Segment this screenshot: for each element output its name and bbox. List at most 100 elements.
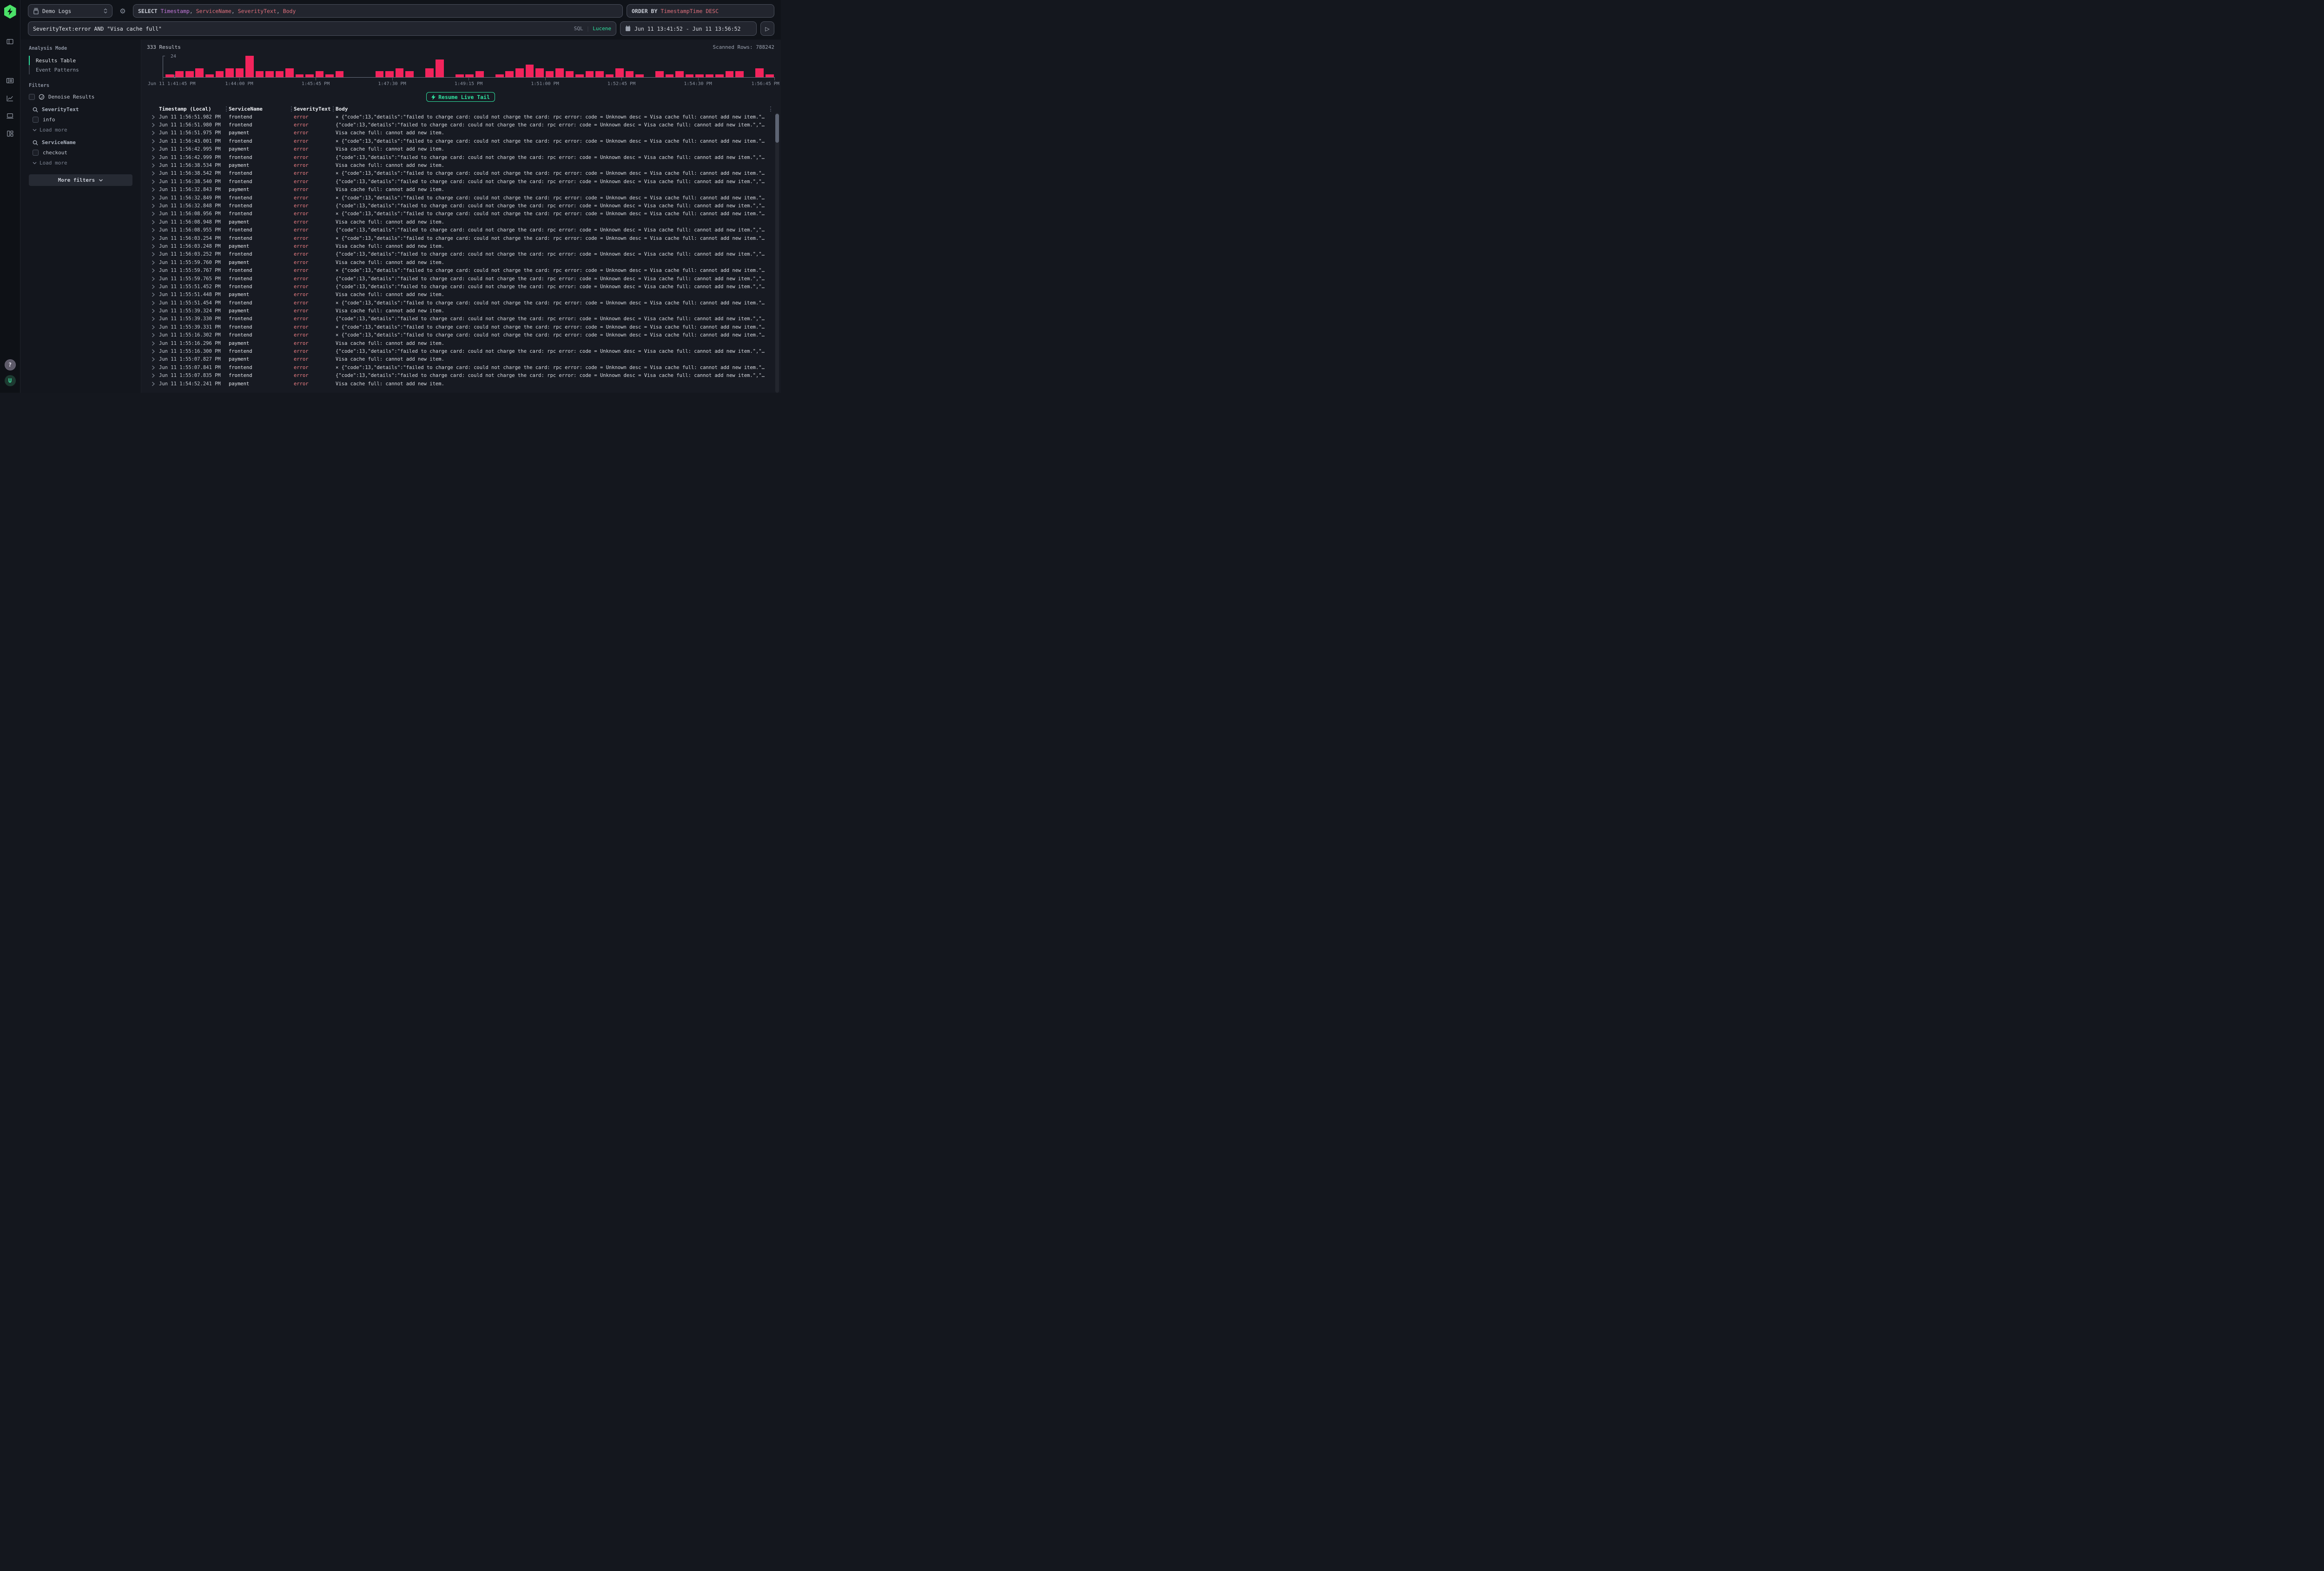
log-row[interactable]: Jun 11 1:56:42.995 PMpaymenterrorVisa ca… bbox=[147, 145, 774, 153]
log-row[interactable]: Jun 11 1:55:59.765 PMfrontenderror{"code… bbox=[147, 275, 774, 283]
log-row[interactable]: Jun 11 1:56:08.948 PMpaymenterrorVisa ca… bbox=[147, 218, 774, 226]
search-query-input[interactable]: SeverityText:error AND "Visa cache full"… bbox=[28, 21, 616, 36]
log-row[interactable]: Jun 11 1:56:51.982 PMfrontenderror× {"co… bbox=[147, 113, 774, 121]
more-filters-button[interactable]: More filters bbox=[29, 174, 132, 186]
load-more-servicename[interactable]: Load more bbox=[33, 160, 132, 166]
log-row[interactable]: Jun 11 1:56:03.252 PMfrontenderror{"code… bbox=[147, 251, 774, 258]
denoise-results-toggle[interactable]: Denoise Results bbox=[29, 94, 132, 100]
facet-option-checkout[interactable]: checkout bbox=[33, 150, 132, 156]
log-row[interactable]: Jun 11 1:56:38.542 PMfrontenderror× {"co… bbox=[147, 170, 774, 178]
histogram-bar[interactable] bbox=[385, 71, 394, 77]
histogram-bar[interactable] bbox=[376, 71, 384, 77]
histogram-bar[interactable] bbox=[615, 68, 624, 77]
expand-chevron-icon[interactable] bbox=[147, 317, 159, 321]
log-row[interactable]: Jun 11 1:54:52.241 PMpaymenterrorVisa ca… bbox=[147, 380, 774, 388]
log-row[interactable]: Jun 11 1:55:07.827 PMpaymenterrorVisa ca… bbox=[147, 356, 774, 363]
log-row[interactable]: Jun 11 1:55:39.331 PMfrontenderror× {"co… bbox=[147, 323, 774, 331]
histogram-bar[interactable] bbox=[626, 71, 634, 77]
client-sessions-icon[interactable] bbox=[6, 111, 15, 120]
order-by-input[interactable]: ORDER BY TimestampTime DESC bbox=[627, 4, 774, 18]
panel-toggle-icon[interactable] bbox=[6, 37, 15, 46]
user-avatar[interactable]: U bbox=[5, 375, 16, 386]
table-scrollbar-thumb[interactable] bbox=[775, 114, 779, 143]
histogram-bar[interactable] bbox=[195, 68, 204, 77]
select-clause-input[interactable]: SELECT Timestamp, ServiceName, SeverityT… bbox=[133, 4, 623, 18]
expand-chevron-icon[interactable] bbox=[147, 268, 159, 273]
log-row[interactable]: Jun 11 1:56:32.848 PMfrontenderror{"code… bbox=[147, 202, 774, 210]
log-row[interactable]: Jun 11 1:55:59.767 PMfrontenderror× {"co… bbox=[147, 266, 774, 274]
facet-option-info[interactable]: info bbox=[33, 117, 132, 123]
expand-chevron-icon[interactable] bbox=[147, 220, 159, 224]
column-resize-handle[interactable] bbox=[226, 106, 227, 112]
expand-chevron-icon[interactable] bbox=[147, 325, 159, 330]
histogram-bar[interactable] bbox=[256, 71, 264, 77]
facet-severitytext-header[interactable]: SeverityText bbox=[33, 106, 132, 112]
expand-chevron-icon[interactable] bbox=[147, 260, 159, 265]
log-row[interactable]: Jun 11 1:55:07.835 PMfrontenderror{"code… bbox=[147, 372, 774, 380]
histogram-bar[interactable] bbox=[595, 71, 604, 77]
col-body[interactable]: Body bbox=[336, 106, 767, 112]
log-row[interactable]: Jun 11 1:56:08.955 PMfrontenderror{"code… bbox=[147, 226, 774, 234]
expand-chevron-icon[interactable] bbox=[147, 236, 159, 241]
log-row[interactable]: Jun 11 1:56:08.956 PMfrontenderror× {"co… bbox=[147, 210, 774, 218]
col-servicename[interactable]: ServiceName bbox=[229, 106, 289, 112]
histogram-bar[interactable] bbox=[735, 71, 744, 77]
checkout-checkbox[interactable] bbox=[33, 150, 39, 156]
resume-live-tail-button[interactable]: Resume Live Tail bbox=[426, 92, 495, 102]
info-checkbox[interactable] bbox=[33, 117, 39, 123]
histogram-bar[interactable] bbox=[396, 68, 404, 77]
column-resize-handle[interactable] bbox=[291, 106, 292, 112]
mode-event-patterns[interactable]: Event Patterns bbox=[29, 65, 132, 74]
column-resize-handle[interactable] bbox=[333, 106, 334, 112]
results-histogram[interactable]: 24 0 Jun 11 1:41:45 PM1:44:00 PM1:45:45 … bbox=[147, 56, 774, 88]
log-row[interactable]: Jun 11 1:55:16.296 PMpaymenterrorVisa ca… bbox=[147, 339, 774, 347]
histogram-bar[interactable] bbox=[225, 68, 234, 77]
expand-chevron-icon[interactable] bbox=[147, 115, 159, 119]
log-row[interactable]: Jun 11 1:55:39.324 PMpaymenterrorVisa ca… bbox=[147, 307, 774, 315]
expand-chevron-icon[interactable] bbox=[147, 131, 159, 135]
log-row[interactable]: Jun 11 1:56:32.843 PMpaymenterrorVisa ca… bbox=[147, 186, 774, 194]
expand-chevron-icon[interactable] bbox=[147, 292, 159, 297]
expand-chevron-icon[interactable] bbox=[147, 155, 159, 160]
mode-sql[interactable]: SQL bbox=[574, 26, 583, 32]
log-row[interactable]: Jun 11 1:55:51.454 PMfrontenderror× {"co… bbox=[147, 299, 774, 307]
histogram-bar[interactable] bbox=[436, 59, 444, 77]
expand-chevron-icon[interactable] bbox=[147, 284, 159, 289]
log-row[interactable]: Jun 11 1:56:51.975 PMpaymenterrorVisa ca… bbox=[147, 129, 774, 137]
histogram-bar[interactable] bbox=[185, 71, 194, 77]
histogram-bar[interactable] bbox=[236, 68, 244, 77]
expand-chevron-icon[interactable] bbox=[147, 179, 159, 184]
expand-chevron-icon[interactable] bbox=[147, 187, 159, 192]
expand-chevron-icon[interactable] bbox=[147, 382, 159, 386]
histogram-bar[interactable] bbox=[336, 71, 344, 77]
log-row[interactable]: Jun 11 1:55:16.300 PMfrontenderror{"code… bbox=[147, 347, 774, 355]
log-row[interactable]: Jun 11 1:56:03.248 PMpaymenterrorVisa ca… bbox=[147, 242, 774, 250]
histogram-bar[interactable] bbox=[245, 56, 254, 77]
expand-chevron-icon[interactable] bbox=[147, 228, 159, 232]
expand-chevron-icon[interactable] bbox=[147, 333, 159, 337]
expand-chevron-icon[interactable] bbox=[147, 277, 159, 281]
expand-chevron-icon[interactable] bbox=[147, 171, 159, 176]
log-row[interactable]: Jun 11 1:56:43.001 PMfrontenderror× {"co… bbox=[147, 137, 774, 145]
log-row[interactable]: Jun 11 1:55:16.302 PMfrontenderror× {"co… bbox=[147, 331, 774, 339]
log-row[interactable]: Jun 11 1:56:32.849 PMfrontenderror× {"co… bbox=[147, 194, 774, 202]
expand-chevron-icon[interactable] bbox=[147, 123, 159, 127]
expand-chevron-icon[interactable] bbox=[147, 357, 159, 362]
expand-chevron-icon[interactable] bbox=[147, 373, 159, 378]
expand-chevron-icon[interactable] bbox=[147, 349, 159, 354]
histogram-bar[interactable] bbox=[175, 71, 184, 77]
expand-chevron-icon[interactable] bbox=[147, 147, 159, 152]
expand-chevron-icon[interactable] bbox=[147, 139, 159, 144]
load-more-severitytext[interactable]: Load more bbox=[33, 127, 132, 133]
histogram-bar[interactable] bbox=[566, 71, 574, 77]
source-select[interactable]: Demo Logs bbox=[28, 4, 112, 18]
col-timestamp[interactable]: Timestamp (Local) bbox=[159, 106, 224, 112]
histogram-bar[interactable] bbox=[675, 71, 684, 77]
histogram-bar[interactable] bbox=[515, 68, 524, 77]
histogram-bar[interactable] bbox=[526, 65, 534, 77]
histogram-bar[interactable] bbox=[276, 71, 284, 77]
mode-results-table[interactable]: Results Table bbox=[29, 56, 132, 65]
expand-chevron-icon[interactable] bbox=[147, 196, 159, 200]
histogram-bar[interactable] bbox=[586, 71, 594, 77]
expand-chevron-icon[interactable] bbox=[147, 204, 159, 208]
